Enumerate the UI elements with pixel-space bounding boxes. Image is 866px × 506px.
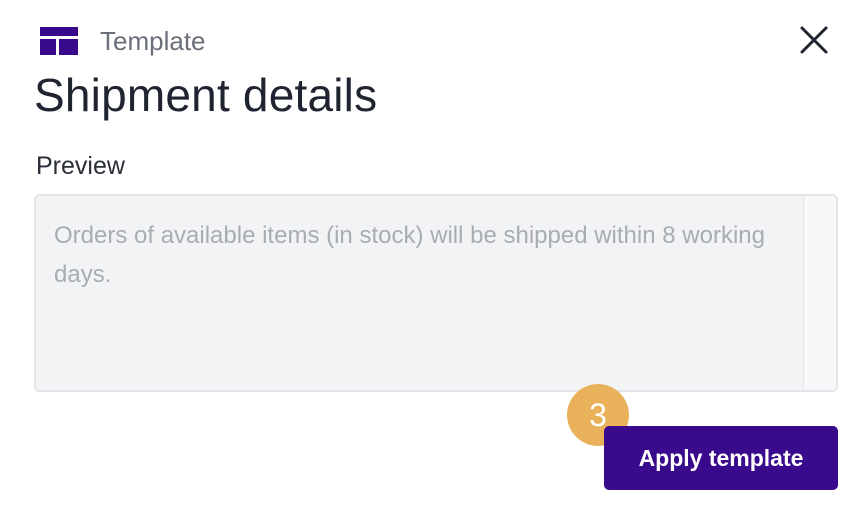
template-type-label: Template <box>100 25 206 56</box>
preview-scrollbar[interactable] <box>803 196 836 390</box>
dialog-header: Template <box>40 24 206 58</box>
template-layout-icon <box>40 27 78 55</box>
dialog-title: Shipment details <box>34 69 378 121</box>
preview-textarea[interactable]: Orders of available items (in stock) wil… <box>34 194 838 392</box>
preview-text: Orders of available items (in stock) wil… <box>54 222 765 288</box>
preview-label: Preview <box>36 152 125 180</box>
apply-template-button[interactable]: Apply template <box>604 426 838 490</box>
close-button[interactable] <box>796 24 832 60</box>
close-icon <box>799 25 829 60</box>
